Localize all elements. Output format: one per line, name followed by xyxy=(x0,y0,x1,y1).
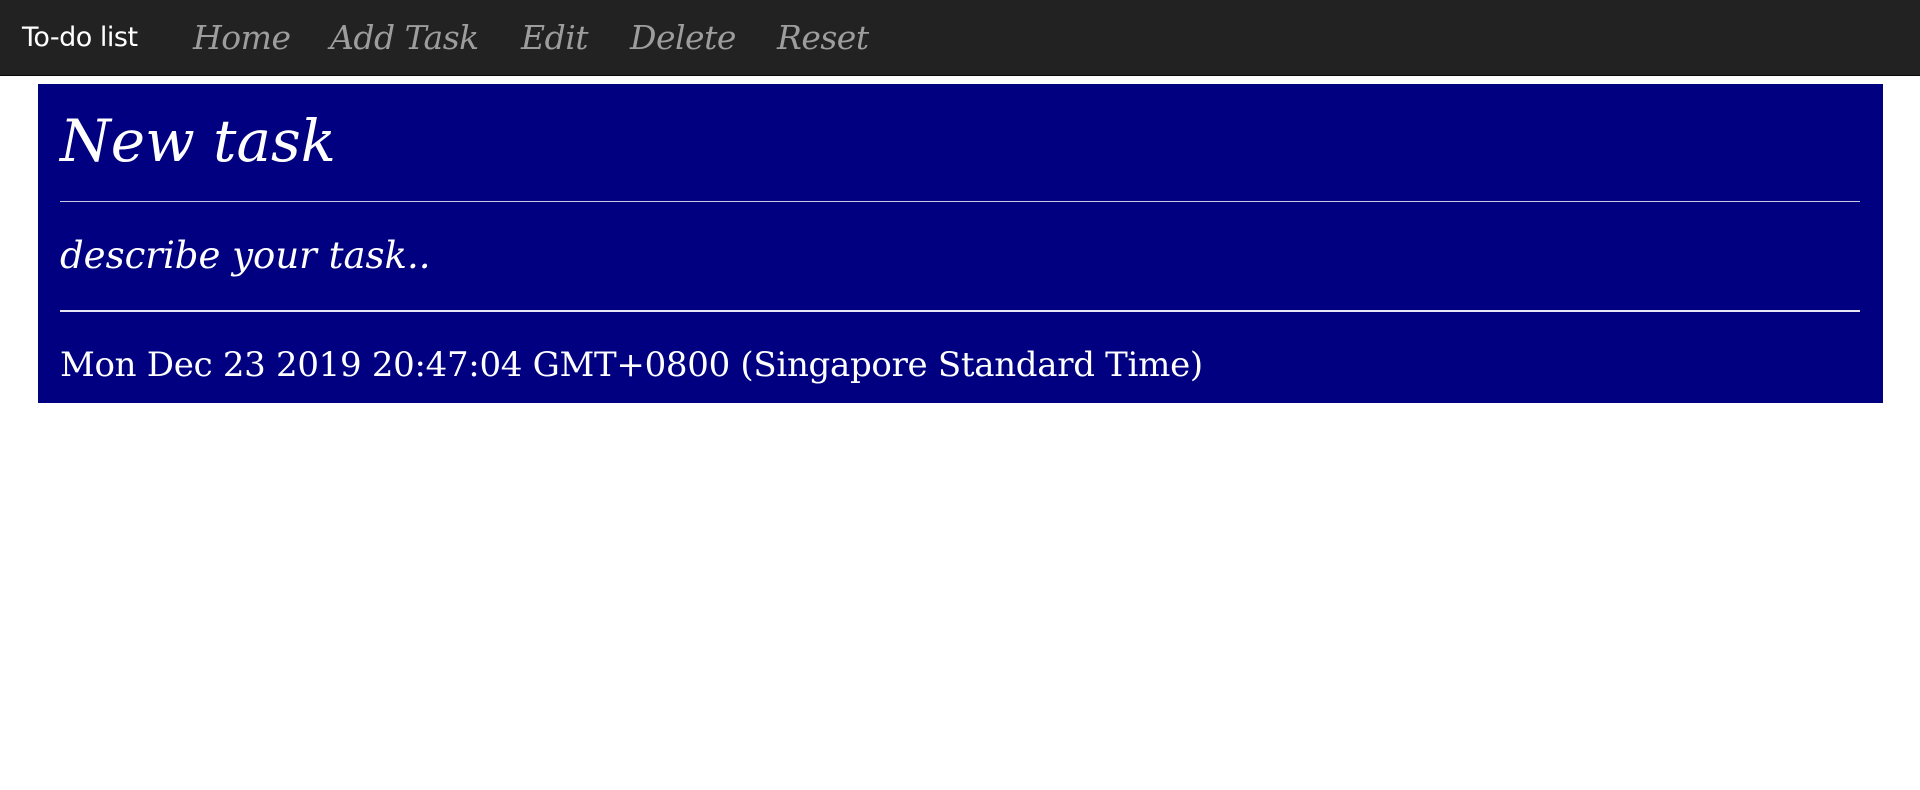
brand-link[interactable]: To-do list xyxy=(22,18,138,58)
task-card: New task describe your task.. Mon Dec 23… xyxy=(38,84,1883,403)
task-date: Mon Dec 23 2019 20:47:04 GMT+0800 (Singa… xyxy=(60,345,1203,385)
nav-edit-link[interactable]: Edit xyxy=(521,17,589,59)
nav-reset-link[interactable]: Reset xyxy=(777,17,869,59)
description-divider xyxy=(60,310,1860,312)
navbar: To-do list Home Add Task Edit Delete Res… xyxy=(0,0,1920,76)
task-description: describe your task.. xyxy=(60,234,431,277)
title-divider xyxy=(60,201,1860,202)
nav-home-link[interactable]: Home xyxy=(193,17,291,59)
nav-delete-link[interactable]: Delete xyxy=(630,17,736,59)
task-title: New task xyxy=(60,107,336,175)
nav-add-task-link[interactable]: Add Task xyxy=(330,17,479,59)
